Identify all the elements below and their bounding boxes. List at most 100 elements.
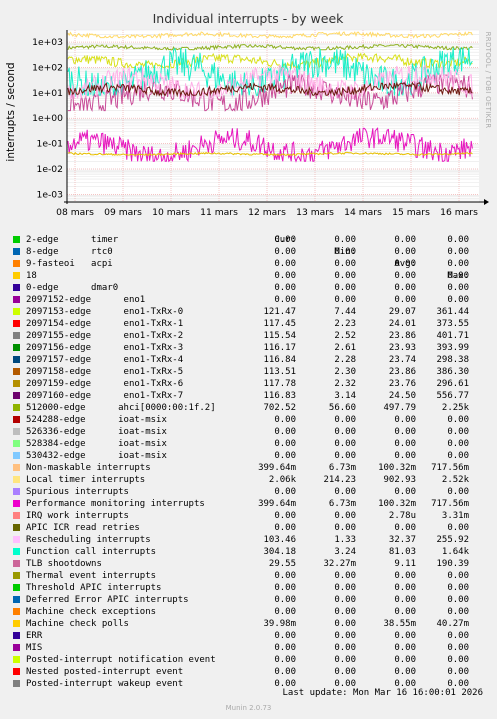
legend-max: 0.00 bbox=[447, 235, 469, 245]
x-tick-label: 08 mars bbox=[56, 207, 94, 218]
legend-cur: 0.00 bbox=[274, 571, 296, 581]
legend-row: 2097158-edge eno1-TxRx-5 113.51 2.30 23.86 3… bbox=[0, 366, 497, 378]
legend-max: 0.00 bbox=[447, 487, 469, 497]
legend-name: Performance monitoring interrupts bbox=[26, 499, 205, 509]
legend-name: Deferred Error APIC interrupts bbox=[26, 595, 189, 605]
legend-row: ERR 0.00 0.00 0.00 0.00 bbox=[0, 630, 497, 642]
legend-min: 0.00 bbox=[334, 523, 356, 533]
legend-min: 0.00 bbox=[334, 619, 356, 629]
legend-min: 2.28 bbox=[334, 355, 356, 365]
legend-avg: 23.86 bbox=[388, 331, 416, 341]
legend-min: 1.33 bbox=[334, 535, 356, 545]
legend-cur: 0.00 bbox=[274, 427, 296, 437]
legend-max: 361.44 bbox=[436, 307, 469, 317]
legend-cur: 117.45 bbox=[263, 319, 296, 329]
legend-cur: 39.98m bbox=[263, 619, 296, 629]
legend-row: 0-edge dmar0 0.00 0.00 0.00 0.00 bbox=[0, 282, 497, 294]
legend-avg: 0.00 bbox=[394, 295, 416, 305]
x-tick-label: 15 mars bbox=[392, 207, 430, 218]
legend-min: 0.00 bbox=[334, 631, 356, 641]
legend-swatch bbox=[13, 272, 20, 279]
legend-name: Posted-interrupt notification event bbox=[26, 655, 216, 665]
legend-min: 0.00 bbox=[334, 283, 356, 293]
legend-max: 2.52k bbox=[441, 475, 469, 485]
legend-min: 6.73m bbox=[328, 499, 356, 509]
legend-max: 255.92 bbox=[436, 535, 469, 545]
legend-name: 526336-edge ioat-msix bbox=[26, 427, 167, 437]
legend-swatch bbox=[13, 392, 20, 399]
legend-max: 0.00 bbox=[447, 295, 469, 305]
legend-name: APIC ICR read retries bbox=[26, 523, 140, 533]
legend-avg: 0.00 bbox=[394, 643, 416, 653]
legend-name: 2097157-edge eno1-TxRx-4 bbox=[26, 355, 184, 365]
legend-avg: 0.00 bbox=[394, 607, 416, 617]
legend-cur: 0.00 bbox=[274, 595, 296, 605]
legend-min: 0.00 bbox=[334, 595, 356, 605]
legend-swatch bbox=[13, 608, 20, 615]
legend-name: MIS bbox=[26, 643, 43, 653]
legend-avg: 0.00 bbox=[394, 271, 416, 281]
legend-cur: 116.83 bbox=[263, 391, 296, 401]
legend-cur: 115.54 bbox=[263, 331, 296, 341]
chart: Individual interrupts - by week interrup… bbox=[5, 11, 492, 218]
legend-min: 0.00 bbox=[334, 643, 356, 653]
legend-avg: 0.00 bbox=[394, 235, 416, 245]
legend-name: 8-edge rtc0 bbox=[26, 247, 113, 257]
legend-min: 56.60 bbox=[328, 403, 356, 413]
legend-max: 717.56m bbox=[431, 499, 469, 509]
y-tick-label: 1e-03 bbox=[36, 189, 63, 200]
legend-max: 0.00 bbox=[447, 271, 469, 281]
legend-swatch bbox=[13, 668, 20, 675]
legend-cur: 0.00 bbox=[274, 283, 296, 293]
legend-cur: 117.78 bbox=[263, 379, 296, 389]
legend-name: 2097155-edge eno1-TxRx-2 bbox=[26, 331, 184, 341]
legend-min: 0.00 bbox=[334, 487, 356, 497]
legend-swatch bbox=[13, 644, 20, 651]
legend-row: Posted-interrupt notification event 0.00 0… bbox=[0, 654, 497, 666]
legend-min: 0.00 bbox=[334, 427, 356, 437]
legend-max: 0.00 bbox=[447, 259, 469, 269]
legend-row: 2-edge timer 0.00 0.00 0.00 0.00 bbox=[0, 234, 497, 246]
legend-cur: 113.51 bbox=[263, 367, 296, 377]
legend-avg: 2.78u bbox=[388, 511, 416, 521]
legend-row: 2097156-edge eno1-TxRx-3 116.17 2.61 23.93 3… bbox=[0, 342, 497, 354]
legend-avg: 0.00 bbox=[394, 667, 416, 677]
legend-swatch bbox=[13, 572, 20, 579]
legend-name: 530432-edge ioat-msix bbox=[26, 451, 167, 461]
legend-max: 0.00 bbox=[447, 439, 469, 449]
legend-name: Threshold APIC interrupts bbox=[26, 583, 162, 593]
legend-max: 296.61 bbox=[436, 379, 469, 389]
legend-row: 8-edge rtc0 0.00 0.00 0.00 0.00 bbox=[0, 246, 497, 258]
legend-cur: 399.64m bbox=[258, 499, 296, 509]
legend-avg: 24.50 bbox=[388, 391, 416, 401]
legend-avg: 100.32m bbox=[378, 463, 416, 473]
legend-name: Local timer interrupts bbox=[26, 475, 146, 485]
legend-avg: 0.00 bbox=[394, 631, 416, 641]
legend-min: 0.00 bbox=[334, 415, 356, 425]
legend-avg: 29.07 bbox=[388, 307, 416, 317]
legend-max: 0.00 bbox=[447, 595, 469, 605]
legend-swatch bbox=[13, 500, 20, 507]
legend-swatch bbox=[13, 380, 20, 387]
legend-max: 717.56m bbox=[431, 463, 469, 473]
legend-swatch bbox=[13, 284, 20, 291]
legend-min: 2.23 bbox=[334, 319, 356, 329]
legend-cur: 399.64m bbox=[258, 463, 296, 473]
legend-max: 2.25k bbox=[441, 403, 469, 413]
legend-swatch bbox=[13, 656, 20, 663]
legend-min: 6.73m bbox=[328, 463, 356, 473]
legend-avg: 23.86 bbox=[388, 367, 416, 377]
y-tick-label: 1e+03 bbox=[32, 37, 63, 48]
legend-max: 386.30 bbox=[436, 367, 469, 377]
legend-row: Threshold APIC interrupts 0.00 0.00 0.00 0.0… bbox=[0, 582, 497, 594]
legend-row: 2097153-edge eno1-TxRx-0 121.47 7.44 29.07 3… bbox=[0, 306, 497, 318]
legend-avg: 0.00 bbox=[394, 487, 416, 497]
legend-name: 524288-edge ioat-msix bbox=[26, 415, 167, 425]
munin-version: Munin 2.0.73 bbox=[225, 704, 272, 712]
legend-cur: 0.00 bbox=[274, 667, 296, 677]
legend-cur: 0.00 bbox=[274, 259, 296, 269]
legend-row: 2097155-edge eno1-TxRx-2 115.54 2.52 23.86 4… bbox=[0, 330, 497, 342]
legend-avg: 23.74 bbox=[388, 355, 416, 365]
legend-row: Spurious interrupts 0.00 0.00 0.00 0.00 bbox=[0, 486, 497, 498]
legend-min: 3.14 bbox=[334, 391, 356, 401]
